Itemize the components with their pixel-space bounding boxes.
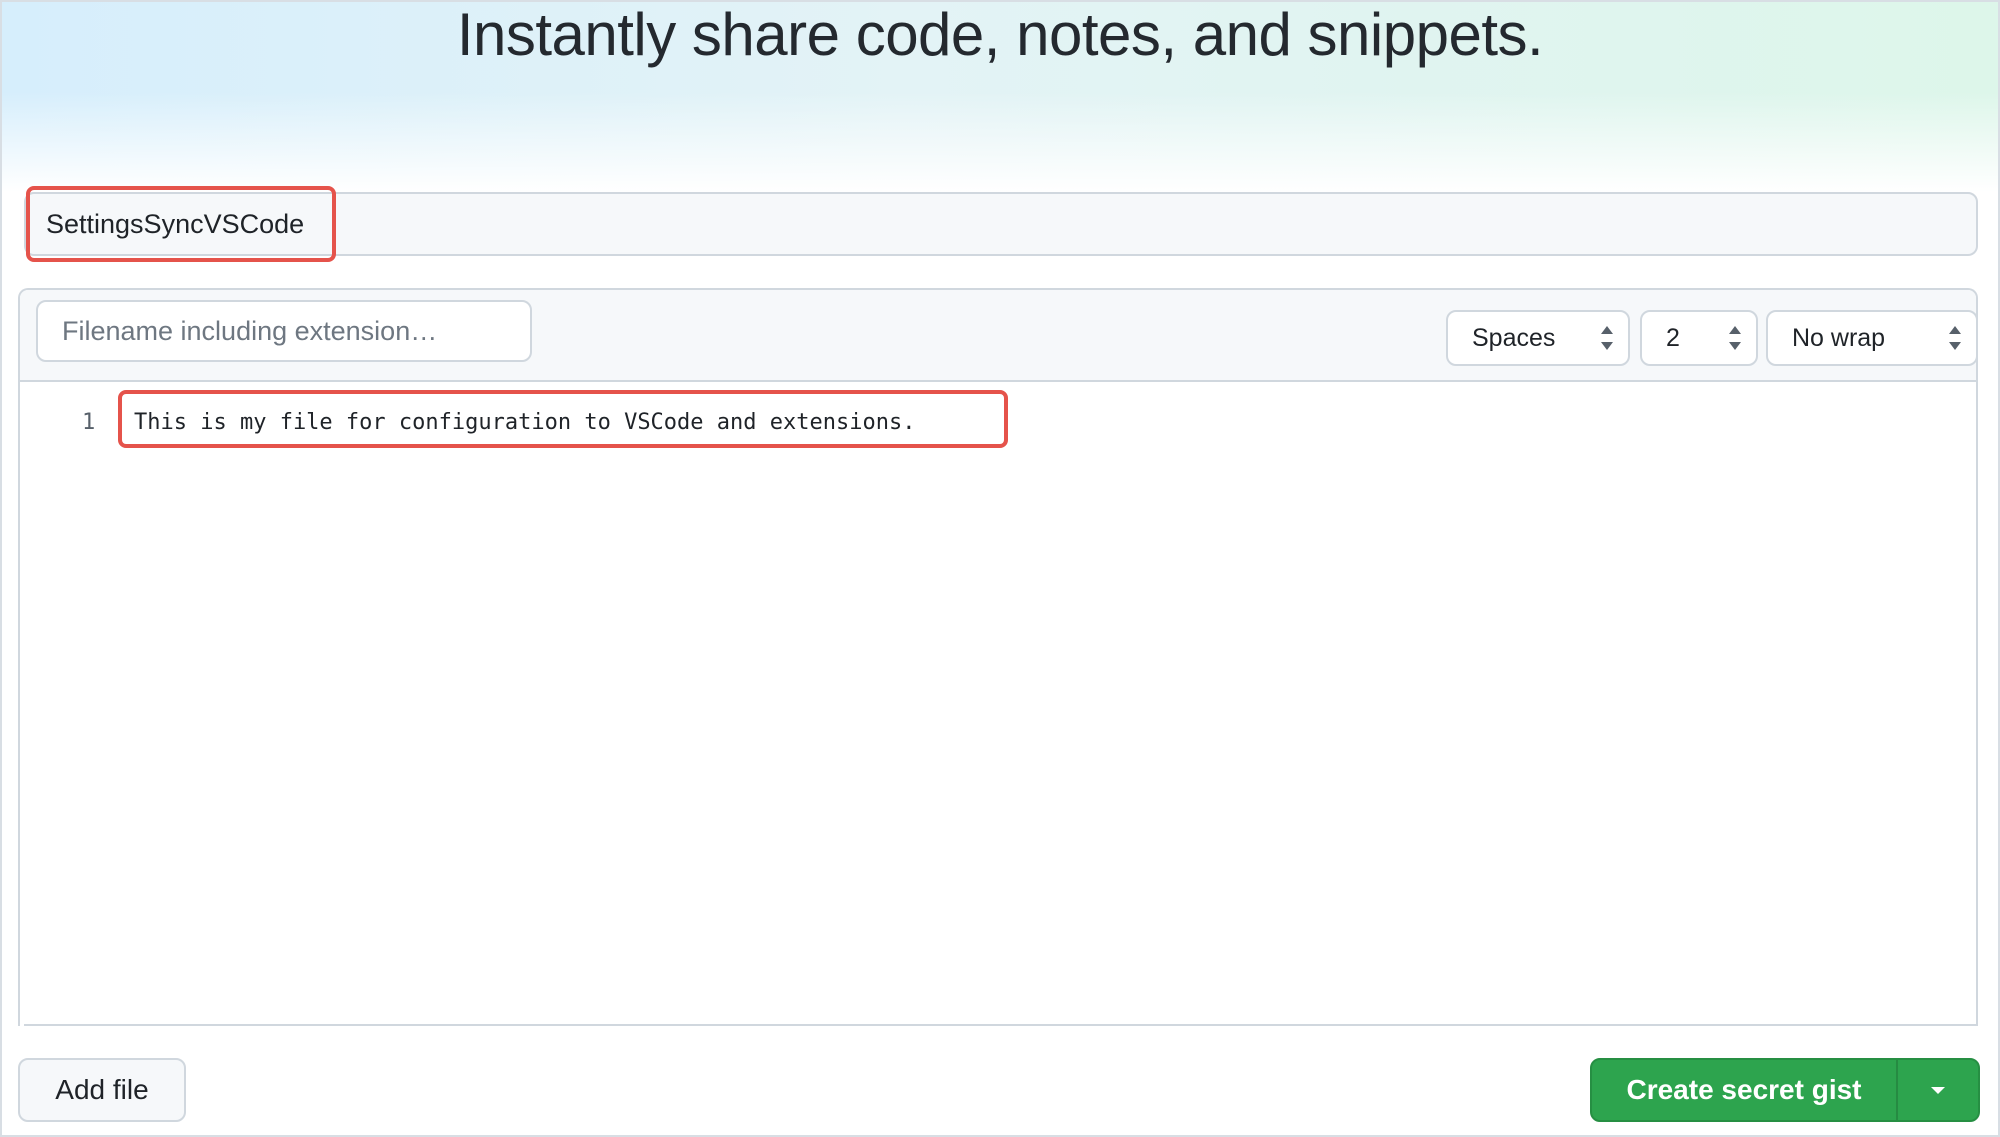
indent-size-value: 2 <box>1666 324 1680 352</box>
file-header: Filename including extension… Spaces 2 N… <box>20 290 1976 382</box>
page-title: Instantly share code, notes, and snippet… <box>456 1 1544 68</box>
indent-mode-select[interactable]: Spaces <box>1446 310 1630 366</box>
gist-description-input[interactable]: SettingsSyncVSCode <box>24 192 1978 256</box>
select-arrows-icon <box>1728 326 1742 350</box>
code-line[interactable]: This is my file for configuration to VSC… <box>134 410 915 435</box>
indent-size-select[interactable]: 2 <box>1640 310 1758 366</box>
gist-editor-page: Instantly share code, notes, and snippet… <box>0 0 2000 1137</box>
file-editor-box: Filename including extension… Spaces 2 N… <box>18 288 1978 1026</box>
indent-mode-value: Spaces <box>1472 324 1556 352</box>
select-arrows-icon <box>1948 326 1962 350</box>
create-secret-gist-button[interactable]: Create secret gist <box>1590 1058 1980 1122</box>
divider <box>24 1024 1978 1026</box>
create-secret-gist-label: Create secret gist <box>1626 1074 1862 1105</box>
add-file-button[interactable]: Add file <box>18 1058 186 1122</box>
code-editor[interactable]: 1 This is my file for configuration to V… <box>20 382 1976 1026</box>
hero-banner: Instantly share code, notes, and snippet… <box>2 2 1998 192</box>
filename-input[interactable]: Filename including extension… <box>36 300 532 362</box>
wrap-mode-value: No wrap <box>1792 324 1886 352</box>
line-number: 1 <box>82 410 96 435</box>
wrap-mode-select[interactable]: No wrap <box>1766 310 1976 366</box>
caret-down-icon[interactable] <box>1898 1060 1978 1120</box>
select-arrows-icon <box>1600 326 1614 350</box>
